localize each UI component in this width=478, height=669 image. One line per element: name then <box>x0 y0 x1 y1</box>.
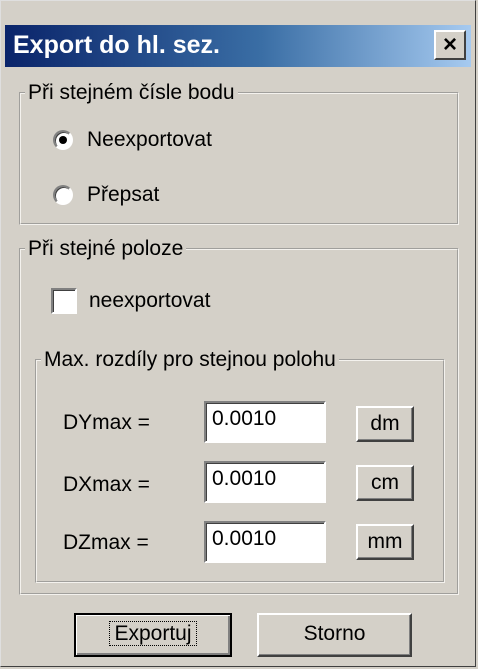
dxmax-input[interactable]: 0.0010 <box>204 461 326 503</box>
radio-prepsat-label: Přepsat <box>87 183 160 206</box>
title-bar[interactable]: Export do hl. sez. × <box>5 25 471 67</box>
export-button-label: Exportuj <box>109 621 197 646</box>
radio-prepsat-button[interactable] <box>53 185 73 205</box>
neexportovat-checkbox-label: neexportovat <box>89 289 211 312</box>
max-diff-legend: Max. rozdíly pro stejnou polohu <box>44 348 336 371</box>
same-point-number-legend: Při stejném čísle bodu <box>28 81 235 104</box>
window-title: Export do hl. sez. <box>13 31 220 59</box>
dxmax-label: DXmax = <box>63 473 150 496</box>
dzmax-unit-button[interactable]: mm <box>356 524 414 560</box>
dymax-label: DYmax = <box>63 411 150 434</box>
radio-prepsat[interactable]: Přepsat <box>53 183 159 207</box>
dzmax-input[interactable]: 0.0010 <box>204 521 326 563</box>
neexportovat-checkbox[interactable] <box>51 288 77 314</box>
close-icon: × <box>442 31 457 58</box>
dxmax-unit-button[interactable]: cm <box>356 465 414 501</box>
radio-neexportovat-button[interactable] <box>53 130 73 150</box>
dzmax-label: DZmax = <box>63 531 149 554</box>
cancel-button[interactable]: Storno <box>257 613 412 657</box>
radio-neexportovat[interactable]: Neexportovat <box>53 128 212 152</box>
close-button[interactable]: × <box>434 30 466 60</box>
checkbox-neexportovat[interactable]: neexportovat <box>51 288 210 314</box>
radio-neexportovat-label: Neexportovat <box>87 128 212 151</box>
export-button[interactable]: Exportuj <box>74 613 232 657</box>
dymax-unit-button[interactable]: dm <box>356 406 414 442</box>
dymax-input[interactable]: 0.0010 <box>204 401 326 443</box>
export-dialog: Export do hl. sez. × Při stejném čísle b… <box>0 0 476 667</box>
same-position-legend: Při stejné poloze <box>28 237 184 260</box>
